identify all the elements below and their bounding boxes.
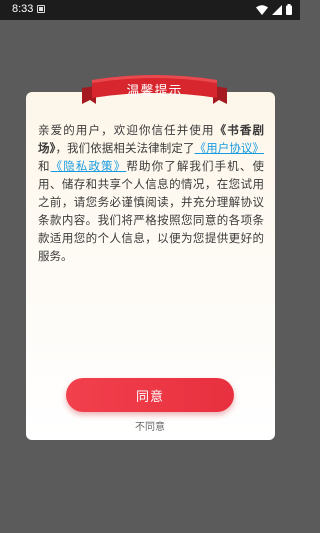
signal-icon: [272, 4, 282, 15]
body-text-3: 和: [38, 159, 51, 173]
status-time: 8:33: [12, 3, 34, 15]
privacy-policy-link[interactable]: 《隐私政策》: [51, 159, 127, 173]
notification-icon: [37, 5, 45, 13]
status-icons: [256, 4, 292, 15]
body-text-1: 亲爱的用户，欢迎你信任并使用: [38, 123, 215, 137]
agree-button[interactable]: 同意: [66, 378, 234, 412]
disagree-button[interactable]: 不同意: [125, 418, 175, 433]
body-text-2: ，我们依据相关法律制定了: [55, 141, 195, 155]
battery-icon: [286, 4, 292, 15]
body-text-4: 帮助你了解我们手机、使用、储存和共享个人信息的情况，在您试用之前，请您务必谨慎阅…: [38, 159, 265, 263]
status-bar: 8:33: [0, 0, 300, 20]
wifi-icon: [256, 4, 268, 15]
user-agreement-link[interactable]: 《用户协议》: [195, 141, 264, 155]
dialog-body: 亲爱的用户，欢迎你信任并使用《书香剧场》，我们依据相关法律制定了《用户协议》和《…: [38, 121, 264, 265]
dialog-title: 温馨提示: [126, 84, 183, 99]
